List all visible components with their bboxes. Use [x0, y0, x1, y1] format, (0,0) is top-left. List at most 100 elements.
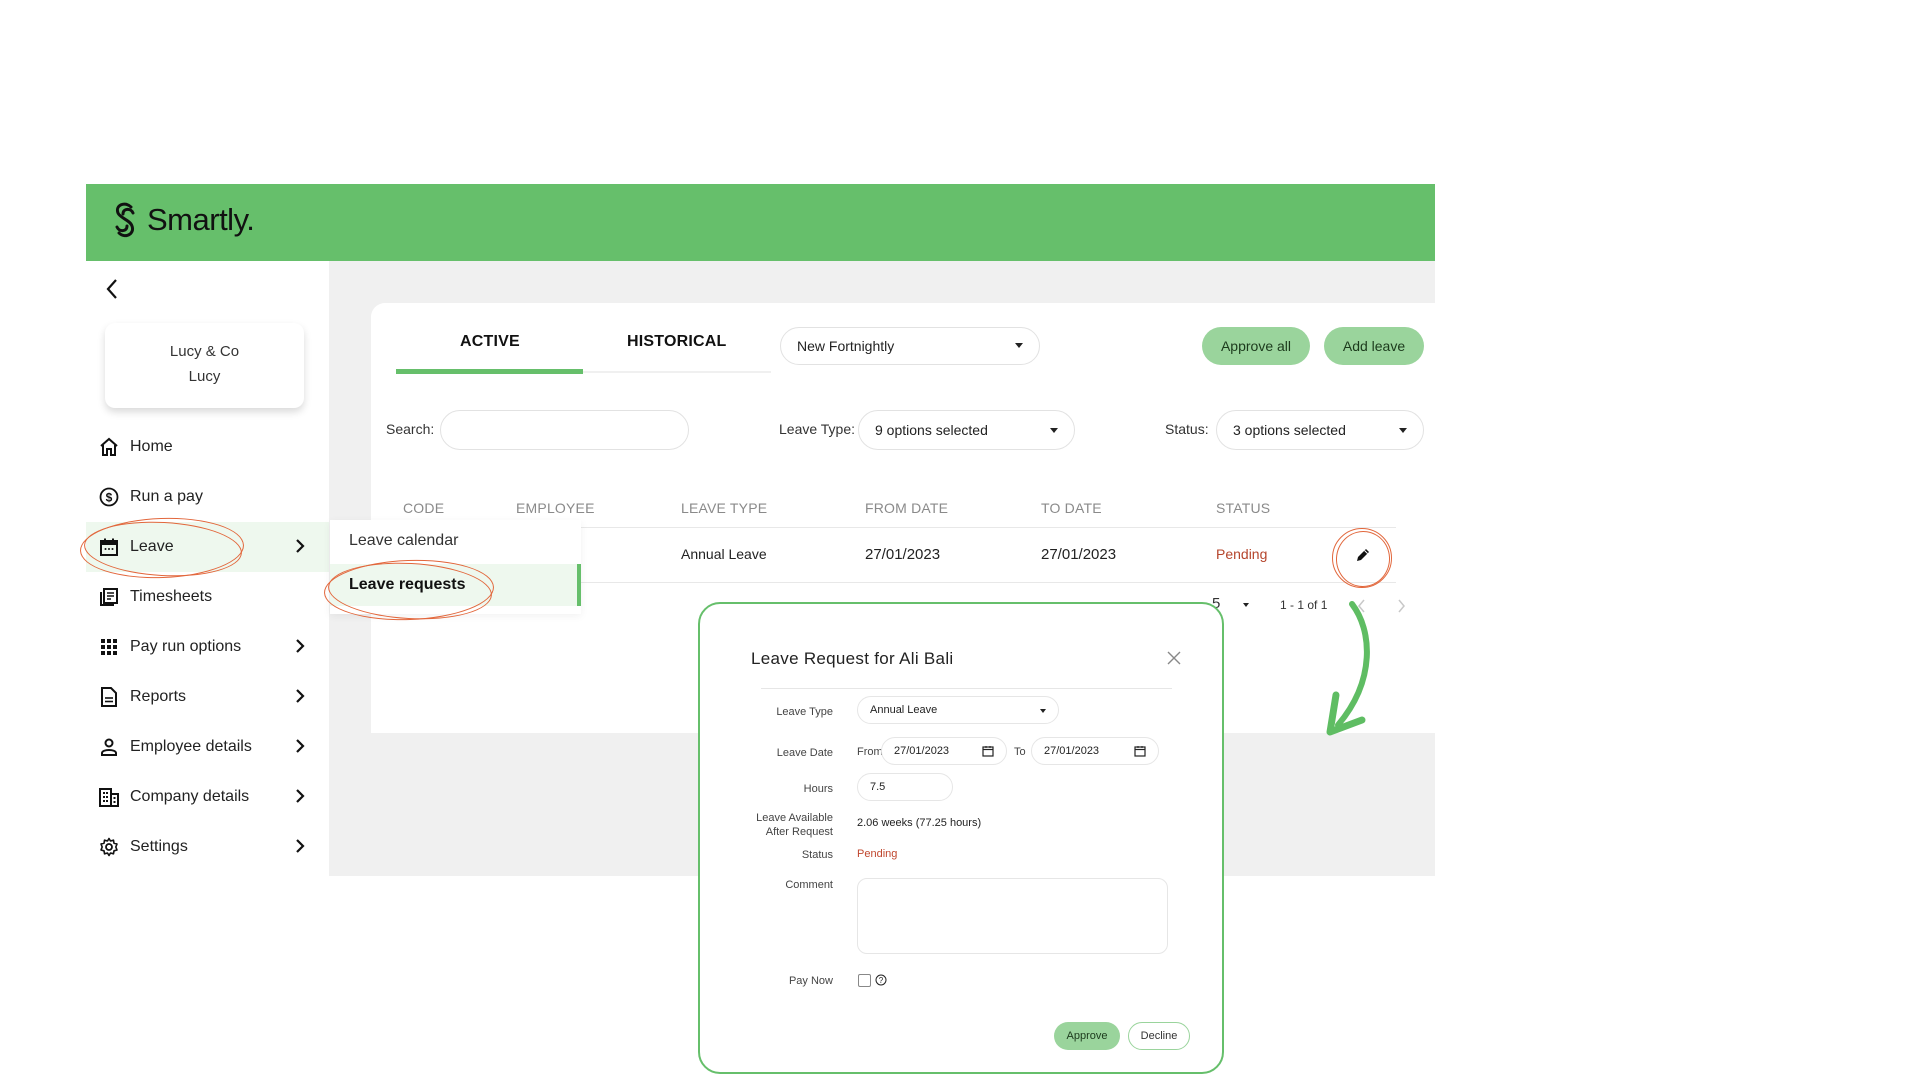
search-input[interactable]: [440, 410, 689, 450]
brand-name: Smartly.: [147, 202, 255, 237]
building-icon: [98, 786, 120, 808]
sidebar-item-label: Employee details: [130, 738, 252, 755]
to-date-value: 27/01/2023: [1044, 745, 1100, 757]
approve-button[interactable]: Approve: [1054, 1022, 1120, 1050]
company-switcher[interactable]: Lucy & Co Lucy: [105, 323, 304, 408]
sidebar-item-label: Company details: [130, 788, 250, 805]
status-label: Status: [801, 849, 833, 861]
hours-input[interactable]: 7.5: [857, 773, 953, 801]
close-icon[interactable]: [1166, 650, 1182, 666]
modal-title: Leave Request for Ali Bali: [751, 649, 954, 668]
sidebar-nav: Home $ Run a pay Leave Timesheets Pay ru…: [86, 422, 333, 872]
from-label: From: [857, 746, 883, 758]
pay-now-checkbox[interactable]: [858, 974, 871, 987]
caret-down-icon: [1040, 709, 1046, 713]
comment-textarea[interactable]: [857, 878, 1168, 954]
from-date-value: 27/01/2023: [894, 745, 950, 757]
status-filter-select[interactable]: 3 options selected: [1216, 410, 1424, 450]
to-date-input[interactable]: 27/01/2023: [1031, 737, 1159, 765]
column-header-leave-type[interactable]: LEAVE TYPE: [681, 500, 767, 516]
hours-value: 7.5: [870, 781, 886, 793]
pay-schedule-value: New Fortnightly: [797, 338, 895, 354]
brand-logo[interactable]: Smartly.: [111, 202, 255, 238]
sidebar-item-label: Timesheets: [130, 588, 213, 605]
cell-to-date: 27/01/2023: [1041, 546, 1117, 563]
column-header-to-date[interactable]: TO DATE: [1041, 500, 1102, 516]
user-name: Lucy: [188, 368, 221, 385]
from-date-input[interactable]: 27/01/2023: [881, 737, 1007, 765]
leave-type-value: Annual Leave: [870, 704, 938, 716]
leave-available-label-line1: Leave Available: [756, 812, 833, 824]
column-header-status[interactable]: STATUS: [1216, 500, 1270, 516]
active-tab-indicator: [396, 369, 583, 374]
sidebar-item-label: Pay run options: [130, 638, 242, 655]
next-page-icon[interactable]: [1396, 599, 1406, 613]
tab-active[interactable]: ACTIVE: [460, 333, 520, 351]
chevron-right-icon: [296, 639, 305, 653]
sidebar-item-label: Run a pay: [130, 488, 203, 505]
leave-type-select[interactable]: Annual Leave: [857, 696, 1059, 724]
status-value: Pending: [857, 848, 898, 860]
leave-available-label-line2: After Request: [765, 826, 833, 838]
chevron-right-icon: [296, 839, 305, 853]
column-header-from-date[interactable]: FROM DATE: [865, 500, 948, 516]
leave-type-filter-select[interactable]: 9 options selected: [858, 410, 1075, 450]
column-header-employee[interactable]: EMPLOYEE: [516, 500, 595, 516]
caret-down-icon: [1399, 428, 1407, 433]
person-icon: [98, 736, 120, 758]
sidebar-item-reports[interactable]: Reports: [86, 672, 329, 722]
submenu-item-leave-requests[interactable]: Leave requests: [330, 564, 581, 606]
calendar-icon[interactable]: [982, 745, 994, 757]
pay-schedule-select[interactable]: New Fortnightly: [780, 327, 1040, 365]
svg-text:?: ?: [879, 976, 884, 985]
timesheets-icon: [98, 586, 120, 608]
app-header: Smartly.: [86, 184, 1435, 261]
gear-icon: [98, 836, 120, 858]
approve-all-button[interactable]: Approve all: [1202, 327, 1310, 365]
sidebar: Lucy & Co Lucy Home $ Run a pay Leave Ti…: [86, 261, 333, 876]
sidebar-item-label: Reports: [130, 688, 187, 705]
caret-down-icon: [1050, 428, 1058, 433]
leave-date-label: Leave Date: [776, 747, 833, 759]
sidebar-item-settings[interactable]: Settings: [86, 822, 329, 872]
submenu-item-leave-calendar[interactable]: Leave calendar: [330, 520, 581, 562]
leave-available-value: 2.06 weeks (77.25 hours): [857, 817, 982, 829]
grid-icon: [98, 636, 120, 658]
leave-available-label: Leave Available After Request: [756, 811, 833, 839]
calendar-icon: [98, 536, 120, 558]
pencil-icon: [1357, 549, 1369, 561]
leave-submenu: Leave calendar Leave requests: [330, 520, 581, 614]
caret-down-icon: [1015, 343, 1023, 348]
cell-from-date: 27/01/2023: [865, 546, 941, 563]
to-label: To: [1014, 746, 1026, 758]
sidebar-item-home[interactable]: Home: [86, 422, 329, 472]
chevron-right-icon: [296, 789, 305, 803]
sidebar-item-pay-run-options[interactable]: Pay run options: [86, 622, 329, 672]
sidebar-item-timesheets[interactable]: Timesheets: [86, 572, 329, 622]
sidebar-item-run-a-pay[interactable]: $ Run a pay: [86, 472, 329, 522]
sidebar-item-company-details[interactable]: Company details: [86, 772, 329, 822]
cell-leave-type: Annual Leave: [681, 546, 767, 562]
dollar-circle-icon: $: [98, 486, 120, 508]
collapse-sidebar-button[interactable]: [98, 275, 126, 303]
sidebar-item-leave[interactable]: Leave: [86, 522, 333, 572]
smartly-logo-icon: [115, 202, 135, 238]
chevron-right-icon: [296, 539, 305, 553]
status-filter-label: Status:: [1165, 421, 1209, 437]
comment-label: Comment: [785, 879, 833, 891]
sidebar-item-employee-details[interactable]: Employee details: [86, 722, 329, 772]
tab-historical[interactable]: HISTORICAL: [627, 333, 726, 351]
sidebar-item-label: Leave: [130, 538, 174, 555]
help-icon[interactable]: ?: [875, 974, 887, 986]
column-header-code[interactable]: CODE: [403, 500, 444, 516]
home-icon: [98, 436, 120, 458]
calendar-icon[interactable]: [1134, 745, 1146, 757]
decline-button[interactable]: Decline: [1128, 1022, 1190, 1050]
sidebar-item-label: Settings: [130, 838, 188, 855]
document-icon: [98, 686, 120, 708]
edit-leave-button[interactable]: [1351, 543, 1375, 567]
modal-divider: [761, 688, 1172, 689]
add-leave-button[interactable]: Add leave: [1324, 327, 1424, 365]
search-label: Search:: [386, 421, 435, 437]
chevron-right-icon: [296, 739, 305, 753]
